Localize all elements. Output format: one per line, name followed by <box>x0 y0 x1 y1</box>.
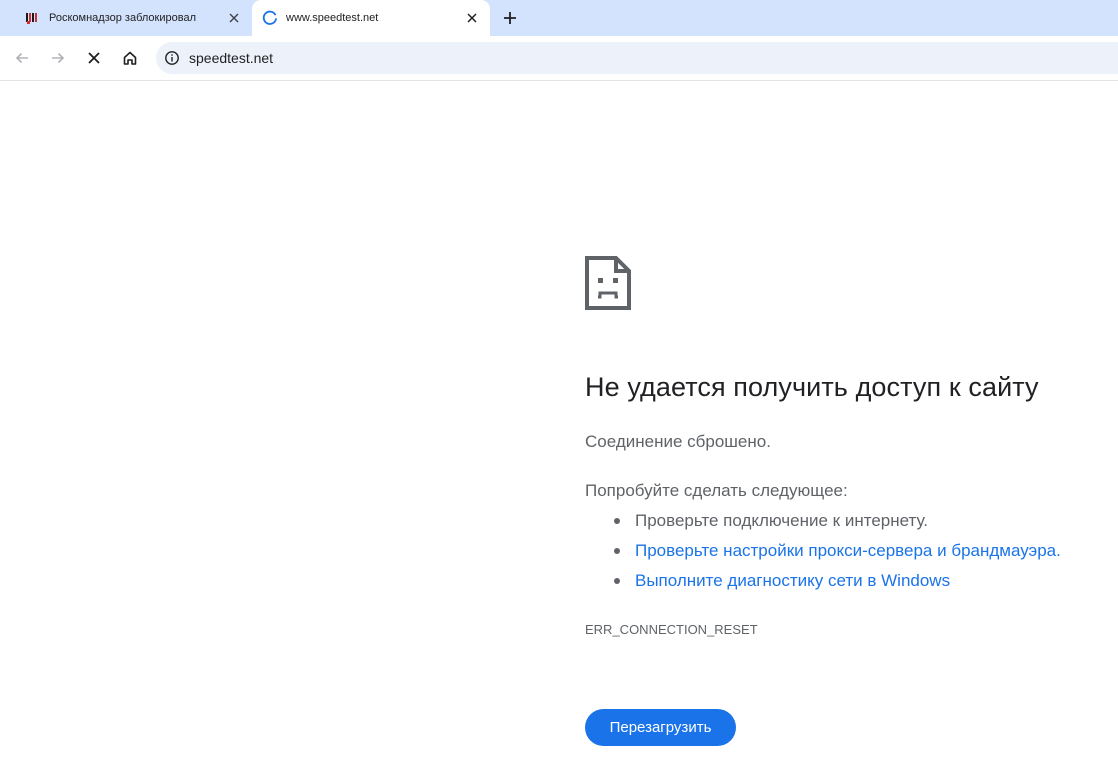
tab-close-button[interactable] <box>464 10 480 26</box>
address-bar[interactable]: speedtest.net <box>156 42 1118 74</box>
proxy-firewall-link[interactable]: Проверьте настройки прокси-сервера и бра… <box>635 541 1061 560</box>
list-item: Проверьте настройки прокси-сервера и бра… <box>585 540 1061 570</box>
list-item: Выполните диагностику сети в Windows <box>585 570 1061 600</box>
close-icon <box>467 13 477 23</box>
back-button[interactable] <box>12 48 32 68</box>
forward-button[interactable] <box>48 48 68 68</box>
toolbar: speedtest.net <box>0 36 1118 81</box>
url-text[interactable]: speedtest.net <box>189 50 273 66</box>
arrow-left-icon <box>15 52 28 64</box>
close-icon <box>229 13 239 23</box>
home-button[interactable] <box>120 48 140 68</box>
network-diagnostics-link[interactable]: Выполните диагностику сети в Windows <box>635 571 950 590</box>
error-code: ERR_CONNECTION_RESET <box>585 622 758 637</box>
suggestion-check-connection: Проверьте подключение к интернету. <box>635 511 929 530</box>
tab-strip: Роскомнадзор заблокировал в РФ www.speed… <box>0 0 1118 36</box>
home-icon <box>123 51 137 65</box>
loading-spinner-icon <box>262 10 277 25</box>
bullet <box>614 548 620 554</box>
tab-speedtest[interactable]: www.speedtest.net <box>252 0 490 36</box>
new-tab-button[interactable] <box>500 8 520 28</box>
tab-title: www.speedtest.net <box>286 12 379 24</box>
error-title: Не удается получить доступ к сайту <box>585 372 1039 402</box>
reload-button[interactable]: Перезагрузить <box>585 709 736 746</box>
plus-icon <box>504 12 516 24</box>
sad-page-icon <box>585 256 631 310</box>
error-subtitle: Соединение сброшено. <box>585 432 771 451</box>
info-icon <box>165 51 179 65</box>
tab-close-button[interactable] <box>226 10 242 26</box>
suggestions-list: Проверьте подключение к интернету. Прове… <box>585 510 1061 600</box>
stop-x-icon <box>88 52 100 64</box>
news-favicon-icon <box>26 13 37 24</box>
stop-button[interactable] <box>84 48 104 68</box>
tab-roskomnadzor[interactable]: Роскомнадзор заблокировал в РФ <box>0 0 250 36</box>
site-info-button[interactable] <box>164 50 180 66</box>
arrow-right-icon <box>52 52 65 64</box>
list-item: Проверьте подключение к интернету. <box>585 510 1061 540</box>
bullet <box>614 518 620 524</box>
try-heading: Попробуйте сделать следующее: <box>585 481 848 500</box>
bullet <box>614 578 620 584</box>
tab-title: Роскомнадзор заблокировал в РФ <box>49 12 197 24</box>
